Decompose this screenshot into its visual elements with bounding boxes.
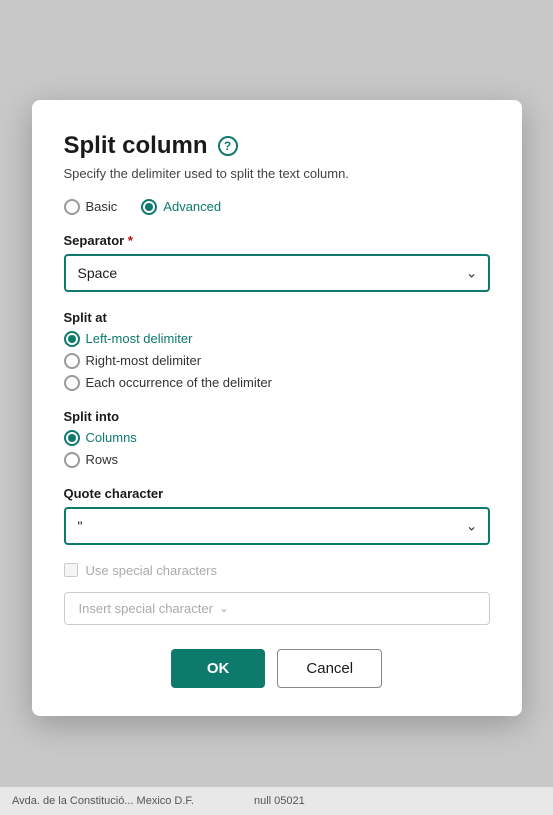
- split-at-each[interactable]: Each occurrence of the delimiter: [64, 375, 490, 391]
- modal-title: Split column: [64, 132, 208, 160]
- mode-radio-group: Basic Advanced: [64, 199, 490, 215]
- split-into-columns[interactable]: Columns: [64, 430, 490, 446]
- bottom-bar-text1: Avda. de la Constitució... Mexico D.F.: [12, 795, 194, 807]
- split-at-label: Split at: [64, 310, 490, 325]
- split-at-each-label: Each occurrence of the delimiter: [86, 375, 272, 390]
- mode-advanced-radio[interactable]: [141, 199, 157, 215]
- mode-basic-radio[interactable]: [64, 199, 80, 215]
- separator-select[interactable]: Space Comma Tab Colon Semicolon Custom: [64, 254, 490, 292]
- quote-section: Quote character " ' None ⌄: [64, 486, 490, 545]
- split-at-options: Left-most delimiter Right-most delimiter…: [64, 331, 490, 391]
- mode-basic-label: Basic: [86, 199, 118, 214]
- insert-special-button: Insert special character ⌄: [64, 592, 490, 625]
- split-into-label: Split into: [64, 409, 490, 424]
- split-into-rows-label: Rows: [86, 452, 119, 467]
- cancel-button[interactable]: Cancel: [277, 649, 382, 688]
- mode-basic-option[interactable]: Basic: [64, 199, 118, 215]
- modal-subtitle: Specify the delimiter used to split the …: [64, 166, 490, 181]
- modal-header: Split column ?: [64, 132, 490, 160]
- split-into-rows[interactable]: Rows: [64, 452, 490, 468]
- use-special-chars-text: Use special characters: [86, 563, 218, 578]
- separator-wrapper: Space Comma Tab Colon Semicolon Custom ⌄: [64, 254, 490, 292]
- split-column-modal: Split column ? Specify the delimiter use…: [32, 100, 522, 716]
- split-at-rightmost-radio[interactable]: [64, 353, 80, 369]
- use-special-chars-label: Use special characters: [64, 563, 218, 578]
- help-icon[interactable]: ?: [218, 136, 238, 156]
- split-into-rows-radio[interactable]: [64, 452, 80, 468]
- modal-overlay: Split column ? Specify the delimiter use…: [0, 0, 553, 815]
- split-at-leftmost-radio[interactable]: [64, 331, 80, 347]
- insert-special-arrow-icon: ⌄: [219, 601, 229, 615]
- bottom-bar-text2: null 05021: [254, 795, 305, 807]
- separator-label: Separator *: [64, 233, 490, 248]
- mode-advanced-label: Advanced: [163, 199, 221, 214]
- bottom-bar: Avda. de la Constitució... Mexico D.F. n…: [0, 787, 553, 815]
- ok-button[interactable]: OK: [171, 649, 266, 688]
- quote-character-label: Quote character: [64, 486, 490, 501]
- split-into-columns-radio[interactable]: [64, 430, 80, 446]
- split-into-columns-label: Columns: [86, 430, 137, 445]
- modal-footer: OK Cancel: [64, 649, 490, 688]
- split-at-each-radio[interactable]: [64, 375, 80, 391]
- split-at-rightmost[interactable]: Right-most delimiter: [64, 353, 490, 369]
- insert-special-label: Insert special character: [79, 601, 213, 616]
- use-special-chars-checkbox: [64, 563, 78, 577]
- split-at-section: Split at Left-most delimiter Right-most …: [64, 310, 490, 391]
- quote-character-select[interactable]: " ' None: [64, 507, 490, 545]
- split-at-rightmost-label: Right-most delimiter: [86, 353, 202, 368]
- special-chars-row: Use special characters: [64, 563, 490, 578]
- split-into-options: Columns Rows: [64, 430, 490, 468]
- split-at-leftmost[interactable]: Left-most delimiter: [64, 331, 490, 347]
- split-into-section: Split into Columns Rows: [64, 409, 490, 468]
- mode-advanced-option[interactable]: Advanced: [141, 199, 221, 215]
- quote-character-wrapper: " ' None ⌄: [64, 507, 490, 545]
- split-at-leftmost-label: Left-most delimiter: [86, 331, 193, 346]
- required-star: *: [128, 233, 133, 248]
